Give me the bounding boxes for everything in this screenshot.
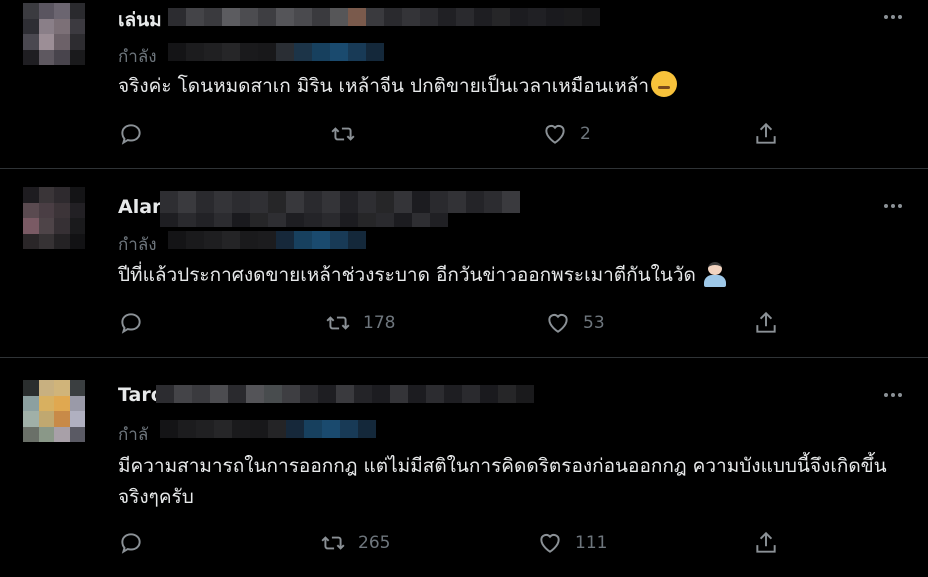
- blurred-username: [168, 8, 600, 26]
- more-options-icon[interactable]: [878, 7, 908, 27]
- blurred-username-2: [160, 213, 448, 227]
- tweet-actions: 178 53: [0, 310, 928, 338]
- replying-to-label: กำลัง: [118, 235, 157, 255]
- avatar[interactable]: [23, 3, 85, 65]
- share-button[interactable]: [753, 310, 779, 336]
- pensive-face-emoji: [651, 71, 678, 97]
- share-icon: [756, 531, 776, 553]
- retweet-count: 265: [358, 533, 391, 553]
- tweet-3[interactable]: Taro กำลั มีความสามารถในการออกกฎ แต่ไม่ม…: [0, 358, 928, 577]
- avatar[interactable]: [23, 380, 85, 442]
- reply-icon: [121, 124, 141, 145]
- like-count: 2: [580, 124, 591, 144]
- retweet-icon: [321, 536, 345, 550]
- like-button[interactable]: 2: [542, 121, 591, 147]
- share-button[interactable]: [753, 530, 779, 556]
- share-icon: [756, 122, 776, 144]
- reply-icon: [121, 313, 141, 334]
- reply-button[interactable]: [118, 310, 144, 336]
- retweet-icon: [331, 127, 355, 141]
- like-button[interactable]: 111: [537, 530, 607, 556]
- retweet-button[interactable]: [330, 121, 356, 147]
- more-options-icon[interactable]: [878, 196, 908, 216]
- like-count: 53: [583, 313, 605, 333]
- tweet-text: จริงค่ะ โดนหมดสาเก มิริน เหล้าจีน ปกติขา…: [118, 71, 908, 102]
- heart-icon: [540, 533, 560, 553]
- retweet-icon: [326, 316, 350, 330]
- replying-to-label: กำลัง: [118, 47, 157, 67]
- tweet-actions: 265 111: [0, 530, 928, 558]
- retweet-button[interactable]: 265: [320, 530, 390, 556]
- retweet-button[interactable]: 178: [325, 310, 395, 336]
- tweet-2[interactable]: Alar กำลัง ปีที่แล้วประกาศงดขายเหล้าช่วง…: [0, 169, 928, 357]
- heart-icon: [545, 124, 565, 144]
- reply-button[interactable]: [118, 121, 144, 147]
- tweet-text: ปีที่แล้วประกาศงดขายเหล้าช่วงระบาด อีกวั…: [118, 260, 908, 291]
- blurred-username: [156, 385, 534, 403]
- like-button[interactable]: 53: [545, 310, 605, 336]
- blurred-mention: [168, 231, 366, 249]
- tweet-text: มีความสามารถในการออกกฎ แต่ไม่มีสติในการค…: [118, 455, 887, 508]
- share-icon: [756, 311, 776, 333]
- display-name[interactable]: Alar: [118, 196, 161, 218]
- person-shrugging-emoji: [702, 261, 728, 287]
- share-button[interactable]: [753, 121, 779, 147]
- tweet-actions: 2: [0, 121, 928, 149]
- tweet-1[interactable]: เล่นม กำลัง จริงค่ะ โดนหมดสาเก มิริน เหล…: [0, 0, 928, 168]
- reply-icon: [121, 533, 141, 554]
- replying-to-label: กำลั: [118, 425, 149, 445]
- blurred-mention: [160, 420, 376, 438]
- like-count: 111: [575, 533, 608, 553]
- blurred-mention: [168, 43, 384, 61]
- more-options-icon[interactable]: [878, 385, 908, 405]
- blurred-username: [160, 191, 520, 213]
- heart-icon: [548, 313, 568, 333]
- retweet-count: 178: [363, 313, 396, 333]
- reply-button[interactable]: [118, 530, 144, 556]
- avatar[interactable]: [23, 187, 85, 249]
- display-name[interactable]: เล่นม: [118, 5, 162, 35]
